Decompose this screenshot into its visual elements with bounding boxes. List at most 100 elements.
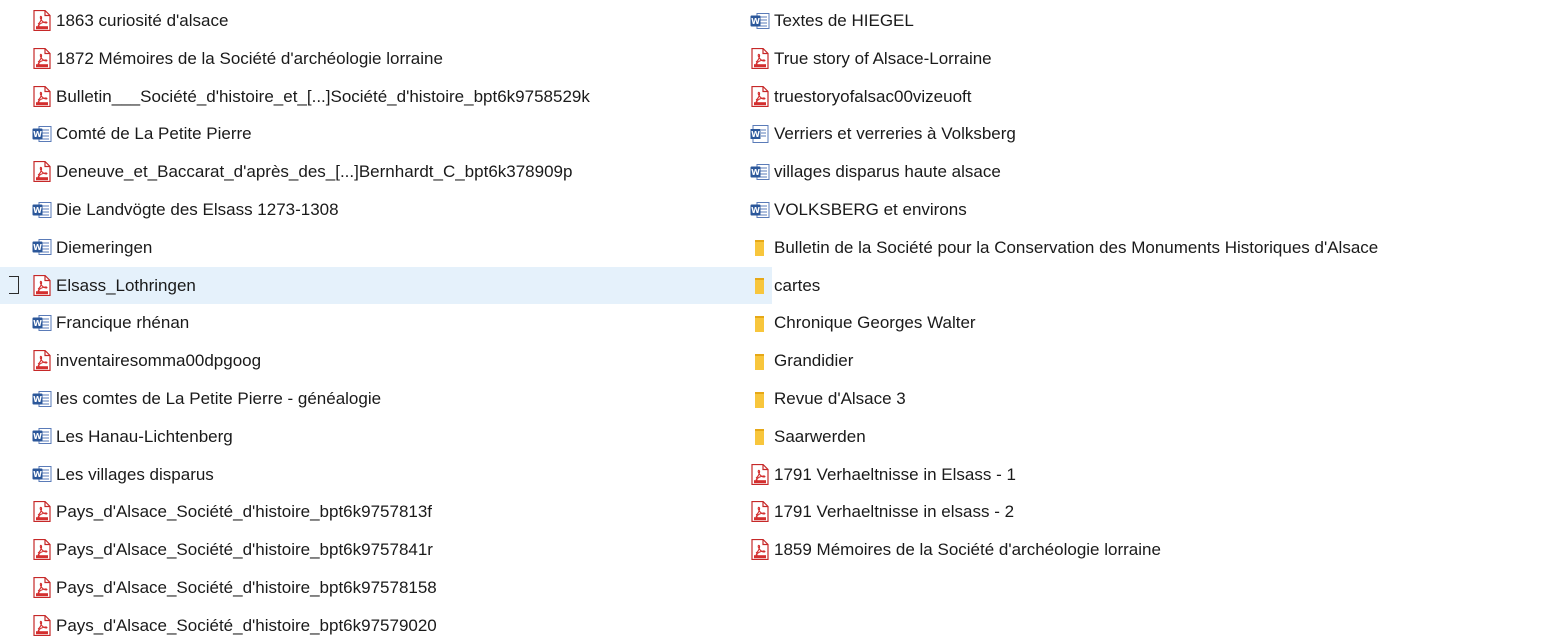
pdf-icon	[32, 47, 52, 69]
list-item[interactable]: Elsass_Lothringen	[0, 266, 772, 304]
svg-text:W: W	[33, 319, 42, 328]
file-name: 1872 Mémoires de la Société d'archéologi…	[56, 48, 443, 68]
list-item[interactable]: Bulletin___Société_d'histoire_et_[...]So…	[0, 78, 740, 115]
pdf-icon	[32, 85, 52, 107]
pdf-icon	[32, 539, 52, 561]
list-item[interactable]: True story of Alsace-Lorraine	[750, 40, 1561, 77]
file-name: Grandidier	[774, 351, 854, 371]
file-name: inventairesomma00dpgoog	[56, 351, 262, 371]
folder-icon	[750, 236, 770, 258]
pdf-icon	[750, 501, 770, 523]
svg-text:W: W	[751, 206, 760, 215]
file-name: Pays_d'Alsace_Société_d'histoire_bpt6k97…	[56, 540, 433, 560]
pdf-icon	[32, 350, 52, 372]
word-doc-icon: W	[750, 123, 770, 145]
file-name: Comté de La Petite Pierre	[56, 124, 252, 144]
list-item[interactable]: Deneuve_et_Baccarat_d'après_des_[...]Ber…	[0, 153, 740, 190]
pdf-icon	[32, 274, 52, 296]
file-name: Bulletin___Société_d'histoire_et_[...]So…	[56, 86, 590, 106]
file-name: 1863 curiosité d'alsace	[56, 11, 229, 30]
folder-icon	[750, 425, 770, 447]
list-item[interactable]: Grandidier	[750, 342, 1561, 379]
word-icon: W	[750, 199, 770, 221]
file-name: Saarwerden	[774, 426, 866, 446]
pdf-icon	[32, 161, 52, 183]
file-name: Pays_d'Alsace_Société_d'histoire_bpt6k97…	[56, 578, 437, 597]
list-item[interactable]: Wvillages disparus haute alsace	[750, 153, 1561, 190]
list-item[interactable]: Saarwerden	[750, 418, 1561, 455]
list-item[interactable]: W Francique rhénan	[0, 304, 740, 341]
file-name: cartes	[774, 275, 821, 295]
file-name: Textes de HIEGEL	[774, 11, 914, 30]
folder-icon	[750, 350, 770, 372]
list-item[interactable]: Pays_d'Alsace_Société_d'histoire_bpt6k97…	[0, 569, 740, 606]
pdf-icon	[750, 463, 770, 485]
file-name: Les villages disparus	[56, 464, 214, 484]
file-name: Bulletin de la Société pour la Conservat…	[774, 237, 1379, 257]
word-icon: W	[750, 161, 770, 183]
word-icon: W	[32, 425, 52, 447]
folder-icon	[750, 388, 770, 410]
pdf-icon	[750, 539, 770, 561]
svg-text:W: W	[33, 130, 42, 139]
list-item[interactable]: W VOLKSBERG et environs	[750, 191, 1561, 228]
svg-text:W: W	[751, 168, 760, 177]
svg-text:W: W	[751, 130, 760, 139]
file-name: Pays_d'Alsace_Société_d'histoire_bpt6k97…	[56, 502, 433, 522]
item-checkbox[interactable]	[9, 275, 19, 294]
list-item[interactable]: inventairesomma00dpgoog	[0, 342, 740, 379]
pdf-icon	[32, 10, 52, 32]
pdf-icon	[750, 85, 770, 107]
svg-text:W: W	[33, 432, 42, 441]
list-item[interactable]: 1872 Mémoires de la Société d'archéologi…	[0, 40, 740, 77]
list-item[interactable]: Pays_d'Alsace_Société_d'histoire_bpt6k97…	[0, 607, 740, 644]
file-name: VOLKSBERG et environs	[774, 200, 967, 219]
file-name: Pays_d'Alsace_Société_d'histoire_bpt6k97…	[56, 615, 437, 635]
list-item[interactable]: 1791 Verhaeltnisse in Elsass - 1	[750, 456, 1561, 493]
list-item[interactable]: 1791 Verhaeltnisse in elsass - 2	[750, 493, 1561, 530]
list-item[interactable]: Wles comtes de La Petite Pierre - généal…	[0, 380, 740, 417]
list-item[interactable]: Chronique Georges Walter	[750, 304, 1561, 341]
list-item[interactable]: cartes	[750, 267, 1561, 304]
list-item[interactable]: Bulletin de la Société pour la Conservat…	[750, 229, 1561, 266]
file-name: les comtes de La Petite Pierre - généalo…	[56, 389, 382, 408]
list-item[interactable]: W Verriers et verreries à Volksberg	[750, 115, 1561, 152]
list-item[interactable]: 1859 Mémoires de la Société d'archéologi…	[750, 531, 1561, 568]
svg-text:W: W	[33, 470, 42, 479]
folder-icon	[750, 274, 770, 296]
file-name: 1859 Mémoires de la Société d'archéologi…	[774, 540, 1161, 560]
file-name: 1791 Verhaeltnisse in elsass - 2	[774, 502, 1015, 522]
list-item[interactable]: truestoryofalsac00vizeuoft	[750, 78, 1561, 115]
list-item[interactable]: 1863 curiosité d'alsace	[0, 2, 740, 39]
file-name: Chronique Georges Walter	[774, 313, 976, 333]
file-name: truestoryofalsac00vizeuoft	[774, 86, 972, 106]
word-icon: W	[32, 236, 52, 258]
svg-text:W: W	[751, 17, 760, 26]
list-item[interactable]: W Les villages disparus	[0, 456, 740, 493]
list-item[interactable]: W Die Landvögte des Elsass 1273-1308	[0, 191, 740, 228]
list-item[interactable]: W Les Hanau-Lichtenberg	[0, 418, 740, 455]
pdf-icon	[32, 614, 52, 636]
file-name: Die Landvögte des Elsass 1273-1308	[56, 200, 339, 219]
list-item[interactable]: Pays_d'Alsace_Société_d'histoire_bpt6k97…	[0, 493, 740, 530]
pdf-icon	[32, 577, 52, 599]
svg-text:W: W	[33, 243, 42, 252]
file-name: Les Hanau-Lichtenberg	[56, 426, 233, 446]
file-name: Revue d'Alsace 3	[774, 389, 906, 408]
file-name: True story of Alsace-Lorraine	[774, 48, 992, 68]
svg-text:W: W	[33, 395, 42, 404]
file-name: Deneuve_et_Baccarat_d'après_des_[...]Ber…	[56, 162, 573, 182]
list-item[interactable]: W Diemeringen	[0, 229, 740, 266]
list-item[interactable]: W Comté de La Petite Pierre	[0, 115, 740, 152]
word-icon: W	[32, 463, 52, 485]
file-name: villages disparus haute alsace	[774, 162, 1001, 182]
list-item[interactable]: Revue d'Alsace 3	[750, 380, 1561, 417]
file-name: Elsass_Lothringen	[56, 275, 196, 295]
file-name: Francique rhénan	[56, 313, 190, 333]
word-icon: W	[32, 388, 52, 410]
word-icon: W	[32, 123, 52, 145]
svg-text:W: W	[33, 206, 42, 215]
list-item[interactable]: W Textes de HIEGEL	[750, 2, 1561, 39]
list-item[interactable]: Pays_d'Alsace_Société_d'histoire_bpt6k97…	[0, 531, 740, 568]
file-name: 1791 Verhaeltnisse in Elsass - 1	[774, 464, 1016, 484]
